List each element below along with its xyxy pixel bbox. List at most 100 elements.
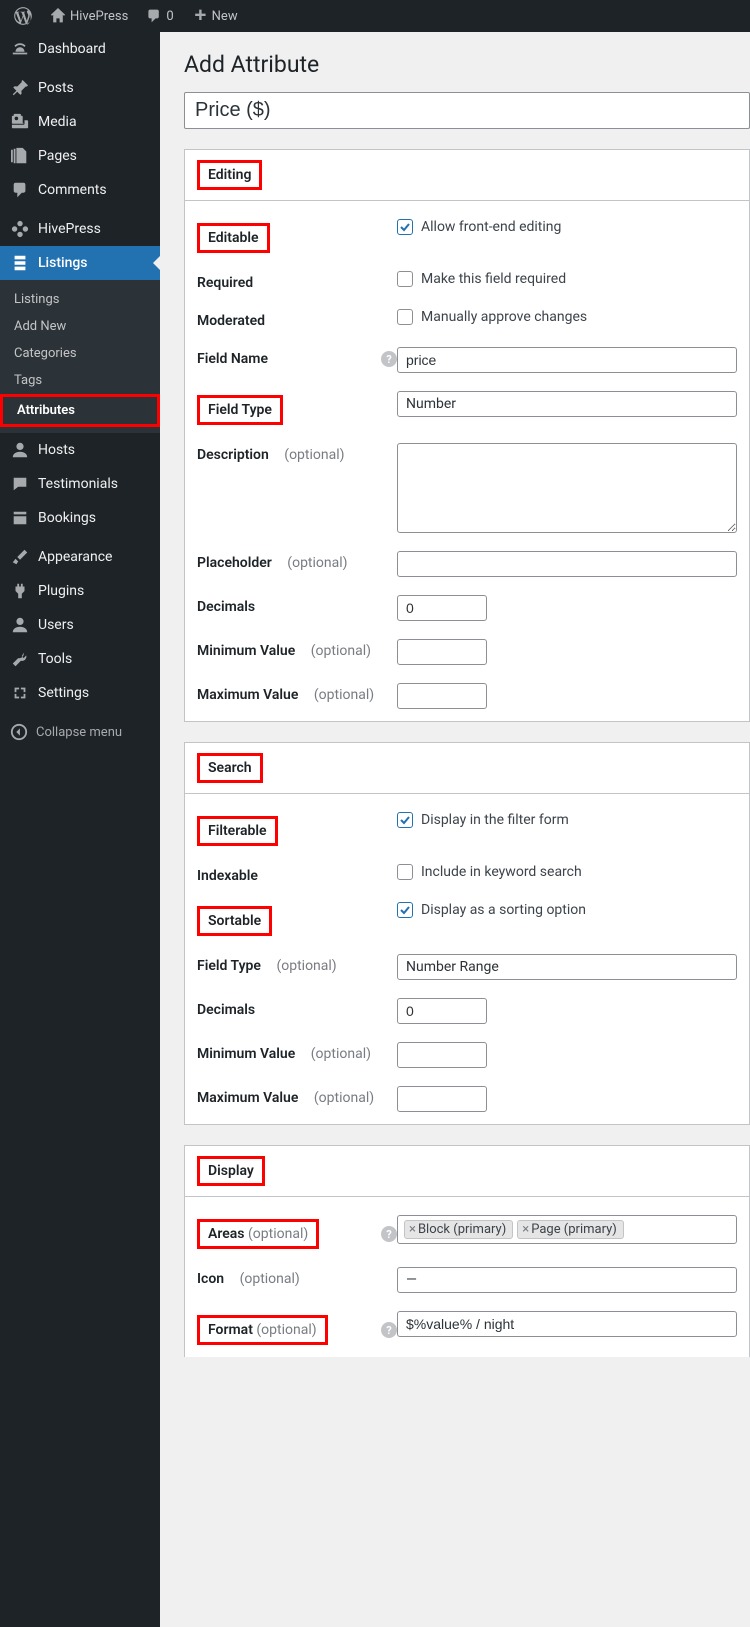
checkbox-sortable-label: Display as a sorting option bbox=[421, 902, 586, 918]
checkbox-editable[interactable] bbox=[397, 219, 413, 235]
input-placeholder[interactable] bbox=[397, 551, 737, 577]
input-search-decimals[interactable] bbox=[397, 998, 487, 1024]
submenu-add-new[interactable]: Add New bbox=[0, 313, 160, 340]
page-title: Add Attribute bbox=[184, 42, 750, 82]
menu-posts[interactable]: Posts bbox=[0, 71, 160, 105]
menu-comments[interactable]: Comments bbox=[0, 173, 160, 207]
checkbox-editable-label: Allow front-end editing bbox=[421, 219, 561, 235]
menu-listings[interactable]: Listings bbox=[0, 246, 160, 280]
label-placeholder: Placeholder bbox=[197, 555, 272, 571]
input-search-min[interactable] bbox=[397, 1042, 487, 1068]
select-search-field-type[interactable]: Number Range bbox=[397, 954, 737, 980]
checkbox-moderated-label: Manually approve changes bbox=[421, 309, 587, 325]
tag-page-primary[interactable]: ×Page (primary) bbox=[517, 1220, 624, 1239]
menu-hosts[interactable]: Hosts bbox=[0, 433, 160, 467]
close-icon[interactable]: × bbox=[522, 1222, 529, 1237]
checkbox-indexable-label: Include in keyword search bbox=[421, 864, 582, 880]
select-areas[interactable]: ×Block (primary) ×Page (primary) bbox=[397, 1215, 737, 1244]
submenu-categories[interactable]: Categories bbox=[0, 340, 160, 367]
checkbox-filterable[interactable] bbox=[397, 812, 413, 828]
settings-icon bbox=[10, 684, 30, 702]
menu-pages[interactable]: Pages bbox=[0, 139, 160, 173]
checkbox-sortable[interactable] bbox=[397, 902, 413, 918]
wp-logo[interactable] bbox=[8, 0, 38, 32]
submenu-tags[interactable]: Tags bbox=[0, 367, 160, 394]
section-editing-title: Editing bbox=[197, 160, 262, 190]
input-search-max[interactable] bbox=[397, 1086, 487, 1112]
checkbox-required[interactable] bbox=[397, 271, 413, 287]
menu-plugins[interactable]: Plugins bbox=[0, 574, 160, 608]
menu-settings-label: Settings bbox=[38, 685, 89, 701]
new-content[interactable]: New bbox=[186, 0, 244, 32]
help-icon[interactable]: ? bbox=[381, 351, 397, 367]
comments-count[interactable]: 0 bbox=[140, 0, 179, 32]
select-field-type[interactable]: Number bbox=[397, 391, 737, 417]
menu-appearance-label: Appearance bbox=[38, 549, 112, 565]
comments-count-value: 0 bbox=[166, 9, 173, 24]
menu-users[interactable]: Users bbox=[0, 608, 160, 642]
label-search-min: Minimum Value bbox=[197, 1046, 295, 1062]
help-icon[interactable]: ? bbox=[381, 1226, 397, 1242]
calendar-icon bbox=[10, 509, 30, 527]
label-field-type: Field Type bbox=[197, 395, 283, 425]
input-format[interactable] bbox=[397, 1311, 737, 1337]
menu-dashboard[interactable]: Dashboard bbox=[0, 32, 160, 66]
menu-pages-label: Pages bbox=[38, 148, 77, 164]
section-display-title: Display bbox=[197, 1156, 265, 1186]
plug-icon bbox=[10, 582, 30, 600]
label-editable: Editable bbox=[197, 223, 270, 253]
optional-text: (optional) bbox=[284, 447, 344, 463]
label-sortable: Sortable bbox=[197, 906, 272, 936]
menu-hivepress-label: HivePress bbox=[38, 221, 101, 237]
label-decimals: Decimals bbox=[197, 599, 255, 615]
menu-settings[interactable]: Settings bbox=[0, 676, 160, 710]
menu-tools[interactable]: Tools bbox=[0, 642, 160, 676]
submenu-attributes[interactable]: Attributes bbox=[3, 397, 157, 424]
section-search: Search Filterable Display in the filter … bbox=[184, 742, 750, 1125]
collapse-label: Collapse menu bbox=[36, 725, 122, 740]
label-areas: Areas bbox=[208, 1226, 245, 1242]
site-home[interactable]: HivePress bbox=[44, 0, 134, 32]
close-icon[interactable]: × bbox=[409, 1222, 416, 1237]
optional-text: (optional) bbox=[314, 1090, 374, 1106]
menu-bookings[interactable]: Bookings bbox=[0, 501, 160, 535]
input-min-value[interactable] bbox=[397, 639, 487, 665]
hivepress-icon bbox=[10, 220, 30, 238]
menu-testimonials[interactable]: Testimonials bbox=[0, 467, 160, 501]
optional-text: (optional) bbox=[311, 643, 371, 659]
checkbox-moderated[interactable] bbox=[397, 309, 413, 325]
textarea-description[interactable] bbox=[397, 443, 737, 533]
optional-text: (optional) bbox=[276, 958, 336, 974]
tag-block-primary[interactable]: ×Block (primary) bbox=[404, 1220, 513, 1239]
submenu-listings-all[interactable]: Listings bbox=[0, 286, 160, 313]
select-icon[interactable]: — bbox=[397, 1267, 737, 1293]
label-search-decimals: Decimals bbox=[197, 1002, 255, 1018]
admin-bar: HivePress 0 New bbox=[0, 0, 750, 32]
checkbox-indexable[interactable] bbox=[397, 864, 413, 880]
home-icon bbox=[50, 8, 66, 24]
menu-listings-label: Listings bbox=[38, 255, 88, 271]
label-required: Required bbox=[197, 275, 253, 291]
menu-hivepress[interactable]: HivePress bbox=[0, 212, 160, 246]
section-display: Display Areas (optional)? ×Block (primar… bbox=[184, 1145, 750, 1357]
collapse-menu[interactable]: Collapse menu bbox=[0, 715, 160, 749]
input-max-value[interactable] bbox=[397, 683, 487, 709]
menu-dashboard-label: Dashboard bbox=[38, 41, 106, 57]
label-format: Format bbox=[208, 1322, 253, 1338]
menu-comments-label: Comments bbox=[38, 182, 107, 198]
user-icon bbox=[10, 616, 30, 634]
menu-posts-label: Posts bbox=[38, 80, 74, 96]
menu-appearance[interactable]: Appearance bbox=[0, 540, 160, 574]
input-field-name[interactable] bbox=[397, 347, 737, 373]
comment-icon bbox=[10, 181, 30, 199]
menu-users-label: Users bbox=[38, 617, 74, 633]
section-editing: Editing Editable Allow front-end editing… bbox=[184, 149, 750, 722]
menu-tools-label: Tools bbox=[38, 651, 72, 667]
input-decimals[interactable] bbox=[397, 595, 487, 621]
menu-media[interactable]: Media bbox=[0, 105, 160, 139]
help-icon[interactable]: ? bbox=[381, 1322, 397, 1338]
label-max-value: Maximum Value bbox=[197, 687, 298, 703]
title-input[interactable] bbox=[184, 92, 750, 129]
section-search-title: Search bbox=[197, 753, 263, 783]
media-icon bbox=[10, 113, 30, 131]
